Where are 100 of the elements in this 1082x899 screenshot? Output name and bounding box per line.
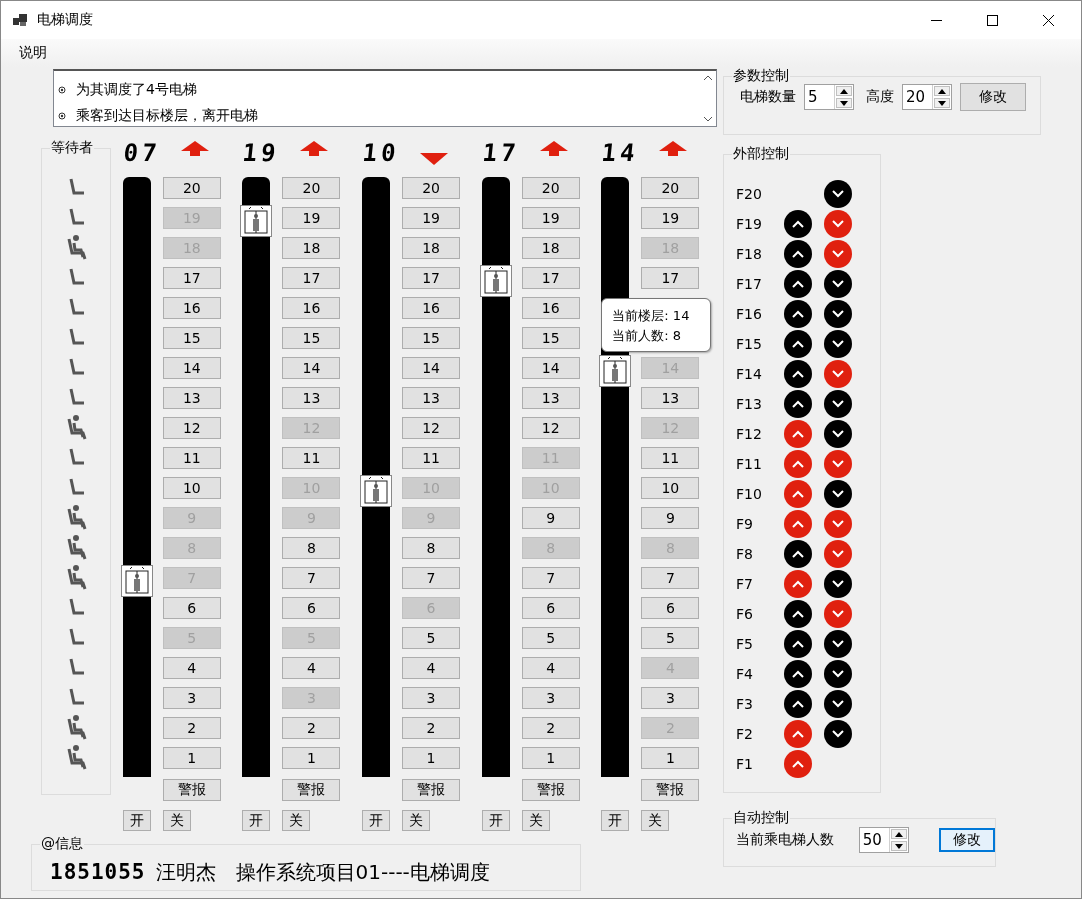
- floor-button[interactable]: 8: [282, 537, 341, 559]
- alarm-button[interactable]: 警报: [282, 779, 341, 801]
- floor-button[interactable]: 7: [641, 567, 700, 589]
- floor-button[interactable]: 10: [641, 477, 700, 499]
- floor-button[interactable]: 1: [282, 747, 341, 769]
- floor-button[interactable]: 15: [521, 327, 580, 349]
- floor-button[interactable]: 11: [282, 447, 341, 469]
- floor-button[interactable]: 16: [162, 297, 221, 319]
- floor-button[interactable]: 3: [521, 687, 580, 709]
- floor-button[interactable]: 20: [641, 177, 700, 199]
- maximize-icon[interactable]: [986, 14, 998, 26]
- floor-button[interactable]: 3: [402, 687, 461, 709]
- floor-button[interactable]: 3: [641, 687, 700, 709]
- floor-button[interactable]: 9: [641, 507, 700, 529]
- up-call-button[interactable]: [784, 330, 812, 358]
- floor-button[interactable]: 7: [402, 567, 461, 589]
- floor-button[interactable]: 11: [402, 447, 461, 469]
- down-call-button[interactable]: [824, 720, 852, 748]
- floor-button[interactable]: 17: [162, 267, 221, 289]
- floor-button[interactable]: 2: [282, 717, 341, 739]
- floor-button[interactable]: 17: [402, 267, 461, 289]
- floor-button[interactable]: 20: [162, 177, 221, 199]
- scroll-up-icon[interactable]: [702, 75, 713, 81]
- floor-button[interactable]: 13: [521, 387, 580, 409]
- floor-button[interactable]: 20: [521, 177, 580, 199]
- down-call-button[interactable]: [824, 330, 852, 358]
- close-door-button[interactable]: 关: [641, 810, 670, 831]
- floor-button[interactable]: 11: [641, 447, 700, 469]
- floor-button[interactable]: 11: [162, 447, 221, 469]
- down-call-button[interactable]: [824, 420, 852, 448]
- floor-button[interactable]: 13: [162, 387, 221, 409]
- floor-button[interactable]: 4: [282, 657, 341, 679]
- floor-button[interactable]: 7: [282, 567, 341, 589]
- floor-button[interactable]: 17: [521, 267, 580, 289]
- floor-button[interactable]: 18: [402, 237, 461, 259]
- down-call-button[interactable]: [824, 690, 852, 718]
- floor-button[interactable]: 2: [521, 717, 580, 739]
- floor-button[interactable]: 4: [521, 657, 580, 679]
- spin-up-icon[interactable]: [840, 88, 848, 94]
- floor-button[interactable]: 14: [282, 357, 341, 379]
- scroll-down-icon[interactable]: [702, 116, 713, 122]
- floor-button[interactable]: 1: [402, 747, 461, 769]
- up-call-button[interactable]: [784, 300, 812, 328]
- floor-button[interactable]: 12: [162, 417, 221, 439]
- up-call-button[interactable]: [784, 660, 812, 688]
- up-call-button[interactable]: [784, 540, 812, 568]
- floor-button[interactable]: 4: [402, 657, 461, 679]
- up-call-button[interactable]: [784, 630, 812, 658]
- floor-button[interactable]: 13: [282, 387, 341, 409]
- floor-button[interactable]: 13: [402, 387, 461, 409]
- floor-button[interactable]: 15: [162, 327, 221, 349]
- floor-button[interactable]: 18: [521, 237, 580, 259]
- floor-button[interactable]: 18: [282, 237, 341, 259]
- floor-button[interactable]: 13: [641, 387, 700, 409]
- floor-button[interactable]: 1: [521, 747, 580, 769]
- floor-button[interactable]: 20: [402, 177, 461, 199]
- floor-button[interactable]: 6: [282, 597, 341, 619]
- floor-button[interactable]: 16: [402, 297, 461, 319]
- floor-button[interactable]: 19: [521, 207, 580, 229]
- floor-button[interactable]: 5: [402, 627, 461, 649]
- floor-button[interactable]: 17: [641, 267, 700, 289]
- open-door-button[interactable]: 开: [601, 810, 630, 831]
- floor-button[interactable]: 4: [162, 657, 221, 679]
- down-call-button[interactable]: [824, 480, 852, 508]
- floor-button[interactable]: 14: [402, 357, 461, 379]
- floor-button[interactable]: 7: [521, 567, 580, 589]
- down-call-button[interactable]: [824, 390, 852, 418]
- down-call-button[interactable]: [824, 270, 852, 298]
- floor-button[interactable]: 9: [521, 507, 580, 529]
- floor-button[interactable]: 15: [282, 327, 341, 349]
- spin-up-icon[interactable]: [894, 831, 903, 837]
- down-call-button[interactable]: [824, 660, 852, 688]
- spin-down-icon[interactable]: [894, 843, 903, 849]
- spin-down-icon[interactable]: [840, 100, 848, 106]
- floor-button[interactable]: 12: [402, 417, 461, 439]
- up-call-button[interactable]: [784, 690, 812, 718]
- up-call-button[interactable]: [784, 600, 812, 628]
- floor-button[interactable]: 5: [521, 627, 580, 649]
- spin-up-icon[interactable]: [938, 88, 946, 94]
- floor-button[interactable]: 12: [521, 417, 580, 439]
- floor-button[interactable]: 20: [282, 177, 341, 199]
- open-door-button[interactable]: 开: [362, 810, 391, 831]
- open-door-button[interactable]: 开: [481, 810, 510, 831]
- close-icon[interactable]: [1042, 14, 1054, 26]
- floor-button[interactable]: 16: [521, 297, 580, 319]
- down-call-button[interactable]: [824, 570, 852, 598]
- floor-button[interactable]: 5: [641, 627, 700, 649]
- floor-button[interactable]: 14: [521, 357, 580, 379]
- floor-button[interactable]: 19: [282, 207, 341, 229]
- floor-button[interactable]: 2: [162, 717, 221, 739]
- floor-button[interactable]: 19: [402, 207, 461, 229]
- floor-button[interactable]: 1: [162, 747, 221, 769]
- floor-button[interactable]: 6: [521, 597, 580, 619]
- up-call-button[interactable]: [784, 270, 812, 298]
- floor-button[interactable]: 19: [641, 207, 700, 229]
- floor-button[interactable]: 1: [641, 747, 700, 769]
- spin-down-icon[interactable]: [938, 100, 946, 106]
- floor-button[interactable]: 3: [162, 687, 221, 709]
- up-call-button[interactable]: [784, 210, 812, 238]
- close-door-button[interactable]: 关: [402, 810, 431, 831]
